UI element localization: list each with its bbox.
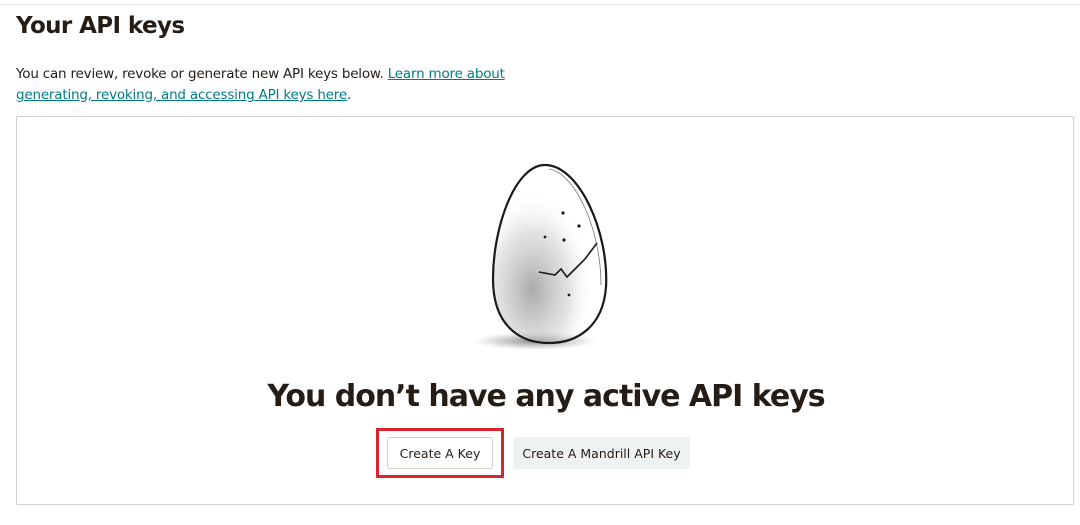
create-key-button[interactable]: Create A Key	[387, 437, 493, 469]
api-keys-card: You don’t have any active API keys Creat…	[16, 116, 1074, 505]
intro-paragraph: You can review, revoke or generate new A…	[16, 64, 516, 106]
empty-state-heading: You don’t have any active API keys	[267, 379, 825, 414]
cracked-egg-illustration	[473, 163, 608, 350]
page-title: Your API keys	[16, 13, 185, 39]
intro-text: You can review, revoke or generate new A…	[16, 66, 388, 82]
create-mandrill-key-button[interactable]: Create A Mandrill API Key	[513, 437, 690, 469]
intro-trailing: .	[346, 87, 352, 103]
top-divider	[0, 4, 1080, 5]
